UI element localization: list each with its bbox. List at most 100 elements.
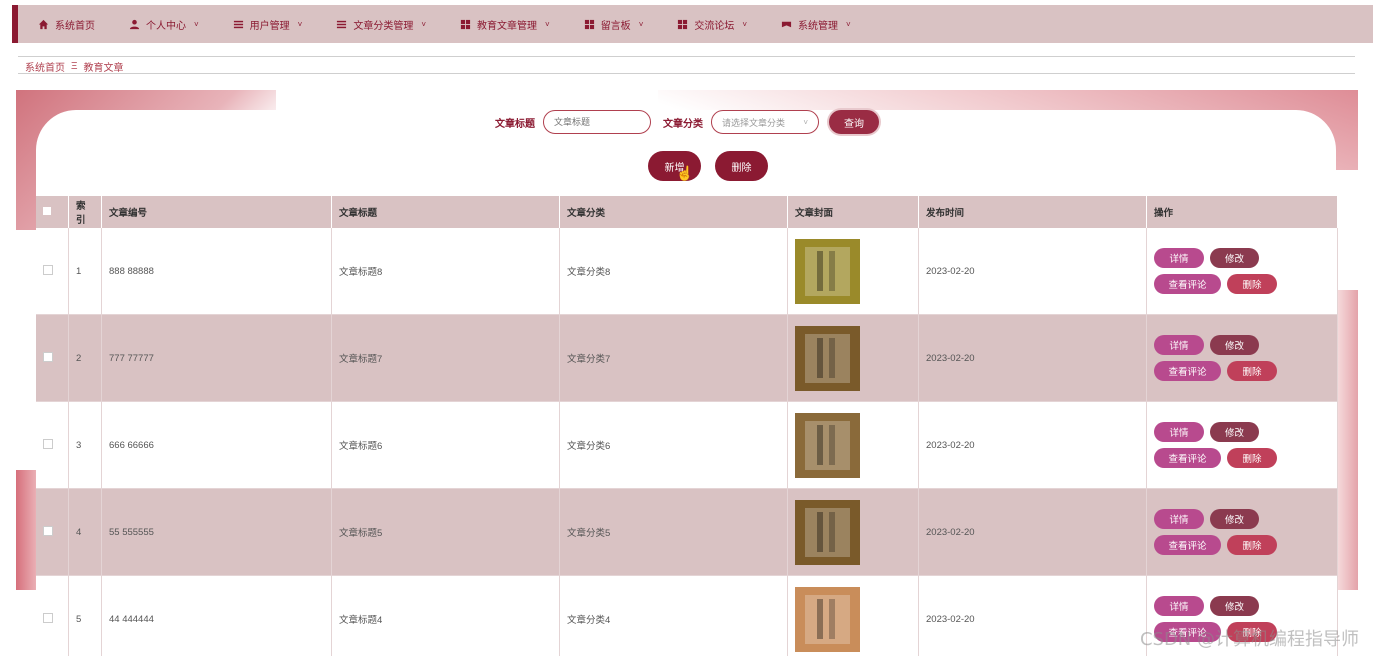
row-select-cell [36, 314, 69, 402]
index-cell: 5 [68, 575, 102, 656]
table-header-row: 索引 文章编号 文章标题 文章分类 文章封面 发布时间 操作 [36, 196, 1338, 228]
query-button[interactable]: 查询 [829, 110, 879, 134]
table-row: 2 777 77777 文章标题7 文章分类7 2023-02-20 详情 修改… [36, 314, 1338, 402]
detail-button[interactable]: 详情 [1154, 509, 1204, 529]
list-icon [233, 20, 243, 28]
category-cell: 文章分类8 [559, 228, 788, 315]
breadcrumb: 系统首页 Ξ 教育文章 [25, 59, 124, 74]
edit-button[interactable]: 修改 [1210, 596, 1259, 616]
index-cell: 1 [68, 228, 102, 315]
row-select-cell [36, 401, 69, 489]
view-comments-button[interactable]: 查看评论 [1154, 535, 1221, 555]
column-header: 文章标题 [331, 196, 560, 228]
chevron-down-icon: ˅ [803, 117, 808, 127]
row-delete-button[interactable]: 删除 [1227, 535, 1277, 555]
add-button[interactable]: 新增 ☝ [648, 151, 701, 181]
nav-item-label: 文章分类管理 [353, 20, 414, 32]
detail-button[interactable]: 详情 [1154, 422, 1204, 442]
edit-button[interactable]: 修改 [1210, 422, 1259, 442]
category-cell: 文章分类4 [559, 575, 788, 656]
category-cell: 文章分类6 [559, 401, 788, 489]
title-cell: 文章标题8 [331, 228, 560, 315]
column-header: 发布时间 [918, 196, 1147, 228]
divider [18, 73, 1355, 74]
category-cell: 文章分类5 [559, 488, 788, 576]
index-cell: 3 [68, 401, 102, 489]
chevron-down-icon: ˅ [846, 19, 851, 29]
category-select[interactable]: 请选择文章分类 ˅ [711, 110, 819, 134]
chevron-down-icon: ˅ [742, 19, 748, 29]
cover-image [795, 586, 860, 652]
operations-cell: 详情 修改 查看评论 删除 [1146, 314, 1338, 402]
chevron-down-icon: ˅ [297, 19, 303, 29]
row-delete-button[interactable]: 删除 [1227, 274, 1277, 294]
nav-item-forum[interactable]: 交流论坛 ˅ [677, 17, 747, 32]
action-bar: 新增 ☝ 删除 [16, 151, 1358, 181]
row-delete-button[interactable]: 删除 [1227, 361, 1277, 381]
column-header: 索引 [68, 196, 102, 228]
operations-cell: 详情 修改 查看评论 删除 [1146, 228, 1338, 315]
breadcrumb-home[interactable]: 系统首页 [25, 59, 65, 74]
view-comments-button[interactable]: 查看评论 [1154, 274, 1221, 294]
grid-icon [584, 19, 594, 29]
column-header: 文章封面 [787, 196, 919, 228]
row-checkbox[interactable] [43, 438, 53, 449]
code-cell: 777 77777 [101, 314, 332, 402]
row-checkbox[interactable] [43, 612, 53, 623]
code-cell: 44 444444 [101, 575, 332, 656]
row-actions: 详情 修改 查看评论 删除 [1154, 422, 1330, 468]
code-cell: 666 66666 [101, 401, 332, 489]
date-cell: 2023-02-20 [918, 401, 1147, 489]
breadcrumb-current: 教育文章 [83, 63, 124, 74]
date-cell: 2023-02-20 [918, 314, 1147, 402]
nav-item-label: 交流论坛 [694, 20, 735, 32]
view-comments-button[interactable]: 查看评论 [1154, 448, 1221, 468]
nav-item-label: 留言板 [600, 20, 631, 32]
nav-item-system-management[interactable]: 系统管理 ˅ [781, 17, 851, 32]
search-bar: 文章标题 文章分类 请选择文章分类 ˅ 查询 [16, 110, 1358, 134]
cover-cell [787, 488, 919, 576]
title-search-input[interactable] [543, 110, 651, 134]
detail-button[interactable]: 详情 [1154, 248, 1204, 268]
row-checkbox[interactable] [43, 264, 53, 275]
nav-item-article-management[interactable]: 教育文章管理 ˅ [460, 17, 550, 32]
grid-icon [460, 19, 471, 29]
detail-button[interactable]: 详情 [1154, 596, 1204, 616]
nav-item-label: 系统首页 [55, 20, 95, 32]
title-cell: 文章标题4 [331, 575, 560, 656]
title-cell: 文章标题6 [331, 401, 560, 489]
cover-image [795, 325, 860, 391]
title-cell: 文章标题7 [331, 314, 560, 402]
detail-button[interactable]: 详情 [1154, 335, 1204, 355]
view-comments-button[interactable]: 查看评论 [1154, 361, 1221, 381]
nav-item-message-board[interactable]: 留言板 ˅ [584, 17, 643, 32]
row-checkbox[interactable] [43, 525, 53, 536]
main-content: 文章标题 文章分类 请选择文章分类 ˅ 查询 新增 ☝ 删除 索引 文章编号 文… [16, 90, 1358, 656]
edit-button[interactable]: 修改 [1210, 248, 1259, 268]
category-select-placeholder: 请选择文章分类 [722, 117, 786, 128]
column-header: 文章分类 [559, 196, 788, 228]
cover-image [795, 499, 860, 565]
row-select-cell [36, 228, 69, 315]
home-icon [38, 19, 49, 29]
cover-cell [787, 401, 919, 489]
row-checkbox[interactable] [43, 351, 53, 362]
nav-item-home[interactable]: 系统首页 [38, 17, 95, 32]
operations-cell: 详情 修改 查看评论 删除 [1146, 401, 1338, 489]
delete-button[interactable]: 删除 [715, 151, 768, 181]
row-delete-button[interactable]: 删除 [1227, 448, 1277, 468]
nav-item-category-management[interactable]: 文章分类管理 ˅ [336, 17, 426, 32]
nav-item-personal-center[interactable]: 个人中心 ˅ [129, 17, 199, 32]
user-icon [129, 19, 140, 29]
code-cell: 888 88888 [101, 228, 332, 315]
edit-button[interactable]: 修改 [1210, 509, 1259, 529]
table-row: 3 666 66666 文章标题6 文章分类6 2023-02-20 详情 修改… [36, 401, 1338, 489]
title-cell: 文章标题5 [331, 488, 560, 576]
select-all-checkbox[interactable] [43, 206, 51, 215]
pointer-cursor-icon: ☝ [676, 165, 694, 181]
nav-item-user-management[interactable]: 用户管理 ˅ [233, 17, 303, 32]
cover-cell [787, 228, 919, 315]
nav-item-label: 系统管理 [798, 20, 839, 32]
index-cell: 4 [68, 488, 102, 576]
edit-button[interactable]: 修改 [1210, 335, 1259, 355]
